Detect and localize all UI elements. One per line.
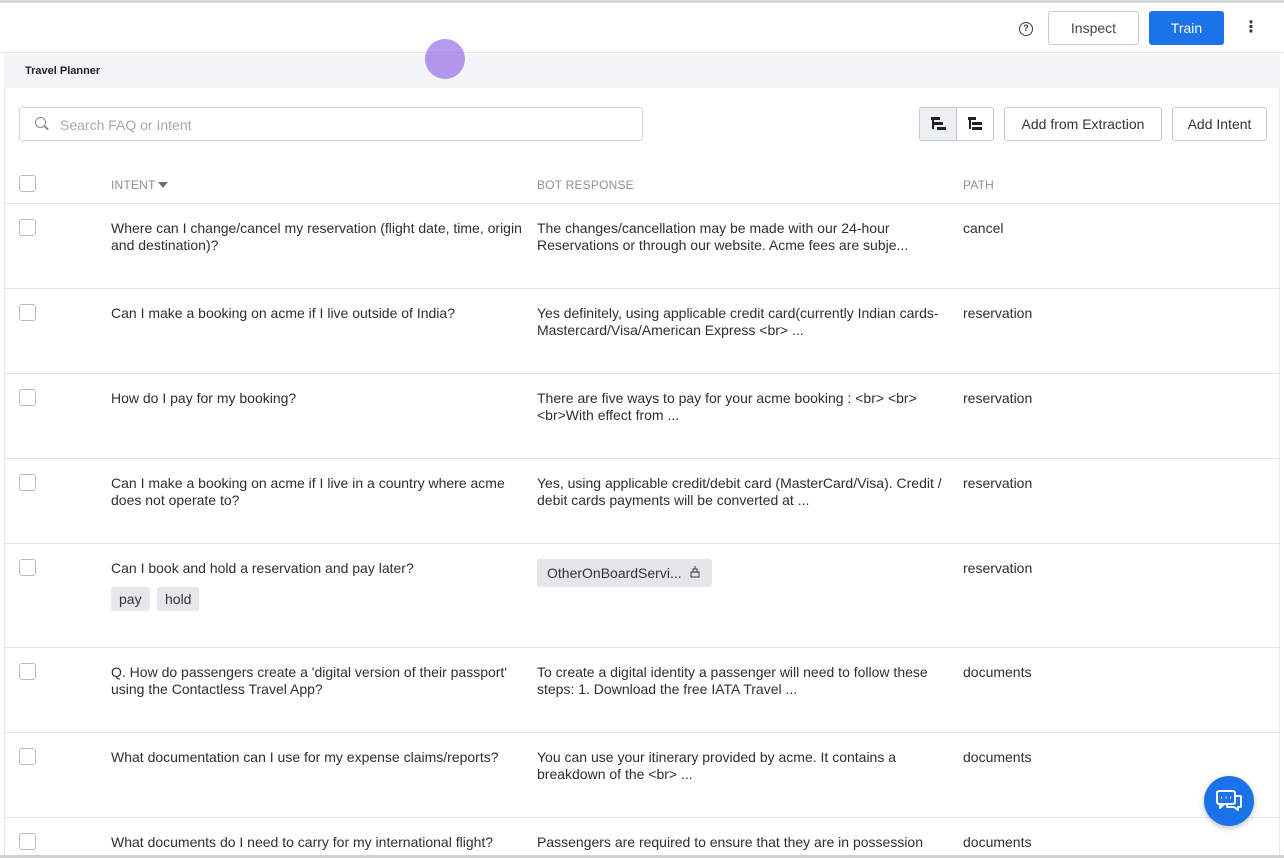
path-cell: reservation — [963, 305, 1033, 321]
path-cell: documents — [963, 664, 1032, 680]
path-cell: reservation — [963, 475, 1033, 491]
row-checkbox[interactable] — [19, 219, 36, 236]
path-cell: reservation — [963, 390, 1033, 406]
sort-down-icon — [157, 182, 168, 188]
dialog-response-chip[interactable]: OtherOnBoardServi... — [537, 559, 712, 587]
response-cell[interactable]: Yes definitely, using applicable credit … — [537, 305, 947, 339]
dialog-chip-label: OtherOnBoardServi... — [547, 565, 682, 581]
inspect-button[interactable]: Inspect — [1048, 11, 1139, 45]
path-cell: cancel — [963, 220, 1004, 236]
help-icon[interactable]: ? — [1019, 22, 1033, 36]
select-all-checkbox[interactable] — [19, 175, 36, 192]
row-divider — [4, 288, 1280, 289]
train-button[interactable]: Train — [1149, 11, 1224, 45]
bot-response-column-header: BOT RESPONSE — [537, 178, 634, 192]
row-checkbox[interactable] — [19, 833, 36, 850]
intent-cell[interactable]: Can I make a booking on acme if I live o… — [111, 305, 526, 322]
add-intent-button[interactable]: Add Intent — [1172, 107, 1267, 141]
path-cell: documents — [963, 834, 1032, 850]
tree-expanded-icon — [931, 117, 946, 131]
tree-view-expanded-button[interactable] — [920, 108, 957, 140]
response-cell[interactable]: There are five ways to pay for your acme… — [537, 390, 947, 424]
row-checkbox[interactable] — [19, 474, 36, 491]
row-checkbox[interactable] — [19, 389, 36, 406]
intent-cell[interactable]: What documentation can I use for my expe… — [111, 749, 526, 766]
intent-cell[interactable]: What documents do I need to carry for my… — [111, 834, 526, 854]
intent-cell[interactable]: Can I book and hold a reservation and pa… — [111, 560, 526, 577]
chat-launcher-button[interactable] — [1204, 776, 1254, 826]
response-cell[interactable]: Passengers are required to ensure that t… — [537, 834, 947, 854]
row-checkbox[interactable] — [19, 663, 36, 680]
row-divider — [4, 458, 1280, 459]
row-divider — [4, 817, 1280, 818]
tag-chip[interactable]: pay — [111, 587, 150, 611]
intent-cell[interactable]: Can I make a booking on acme if I live i… — [111, 475, 526, 509]
intent-cell[interactable]: Q. How do passengers create a 'digital v… — [111, 664, 526, 698]
chat-bubbles-icon — [1216, 790, 1242, 811]
row-divider — [4, 543, 1280, 544]
top-bar: ? Inspect Train ⋮ — [0, 3, 1284, 53]
page-header: Travel Planner — [4, 54, 1280, 88]
response-cell[interactable]: You can use your itinerary provided by a… — [537, 749, 947, 783]
intent-column-header[interactable]: INTENT — [111, 178, 168, 192]
path-cell: documents — [963, 749, 1032, 765]
tree-view-collapsed-button[interactable] — [957, 108, 993, 140]
response-cell[interactable]: The changes/cancellation may be made wit… — [537, 220, 947, 254]
search-icon — [35, 117, 46, 128]
tag-chip[interactable]: hold — [157, 587, 200, 611]
path-cell: reservation — [963, 560, 1033, 576]
intent-cell[interactable]: How do I pay for my booking? — [111, 390, 526, 407]
row-divider — [4, 373, 1280, 374]
row-divider — [4, 732, 1280, 733]
intent-cell[interactable]: Where can I change/cancel my reservation… — [111, 220, 526, 254]
cursor-indicator — [425, 39, 465, 79]
row-checkbox[interactable] — [19, 559, 36, 576]
tree-collapsed-icon — [968, 117, 983, 131]
add-from-extraction-button[interactable]: Add from Extraction — [1004, 107, 1162, 141]
response-cell[interactable]: Yes, using applicable credit/debit card … — [537, 475, 947, 509]
view-toggle[interactable] — [919, 107, 994, 141]
search-box[interactable] — [19, 107, 643, 141]
path-column-header: PATH — [963, 178, 995, 192]
more-options-icon[interactable]: ⋮ — [1243, 20, 1259, 36]
intent-header-label: INTENT — [111, 178, 156, 192]
search-input[interactable] — [60, 115, 620, 135]
dialog-task-icon — [690, 566, 700, 578]
page-title: Travel Planner — [25, 65, 101, 77]
row-checkbox[interactable] — [19, 304, 36, 321]
response-cell[interactable]: To create a digital identity a passenger… — [537, 664, 947, 698]
row-divider — [4, 647, 1280, 648]
row-checkbox[interactable] — [19, 748, 36, 765]
header-divider — [4, 203, 1280, 204]
